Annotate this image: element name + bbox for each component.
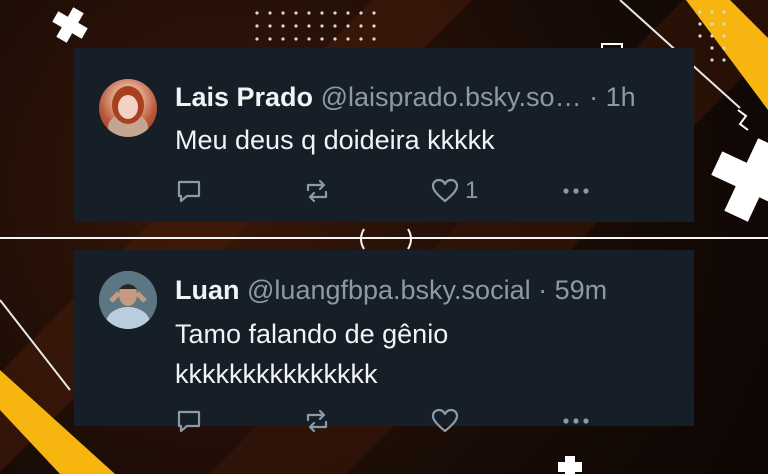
- avatar[interactable]: [99, 79, 157, 137]
- post-card[interactable]: Luan @luangfbpa.bsky.social · 59m Tamo f…: [74, 250, 694, 433]
- heart-icon: [431, 178, 459, 204]
- like-button[interactable]: [431, 406, 465, 436]
- repost-icon: [303, 178, 331, 204]
- more-icon: [562, 187, 590, 195]
- heart-icon: [431, 408, 459, 434]
- post-actions: 1: [175, 176, 595, 206]
- avatar[interactable]: [99, 271, 157, 329]
- post-header: Lais Prado @laisprado.bsky.so… · 1h: [175, 81, 636, 113]
- post-time[interactable]: · 1h: [589, 82, 636, 112]
- reply-icon: [176, 409, 202, 433]
- post-text: Meu deus q doideira kkkkk: [175, 125, 495, 155]
- author-name[interactable]: Lais Prado: [175, 82, 313, 112]
- author-handle[interactable]: @laisprado.bsky.so…: [321, 82, 582, 112]
- repost-icon: [303, 408, 331, 434]
- post-time[interactable]: · 59m: [538, 275, 607, 305]
- post-card[interactable]: Lais Prado @laisprado.bsky.so… · 1h Meu …: [74, 48, 694, 222]
- like-button[interactable]: 1: [431, 176, 478, 206]
- post-text: Tamo falando de gênio kkkkkkkkkkkkkkk: [175, 319, 449, 389]
- bracket-decoration: [360, 228, 412, 250]
- reply-button[interactable]: [176, 406, 202, 436]
- reply-icon: [176, 179, 202, 203]
- post-actions: [175, 406, 595, 436]
- more-button[interactable]: [562, 176, 590, 206]
- reply-button[interactable]: [176, 176, 202, 206]
- author-name[interactable]: Luan: [175, 275, 240, 305]
- more-icon: [562, 417, 590, 425]
- like-count: 1: [465, 177, 479, 204]
- more-button[interactable]: [562, 406, 590, 436]
- post-header: Luan @luangfbpa.bsky.social · 59m: [175, 274, 607, 306]
- author-handle[interactable]: @luangfbpa.bsky.social: [247, 275, 531, 305]
- repost-button[interactable]: [303, 176, 331, 206]
- repost-button[interactable]: [303, 406, 331, 436]
